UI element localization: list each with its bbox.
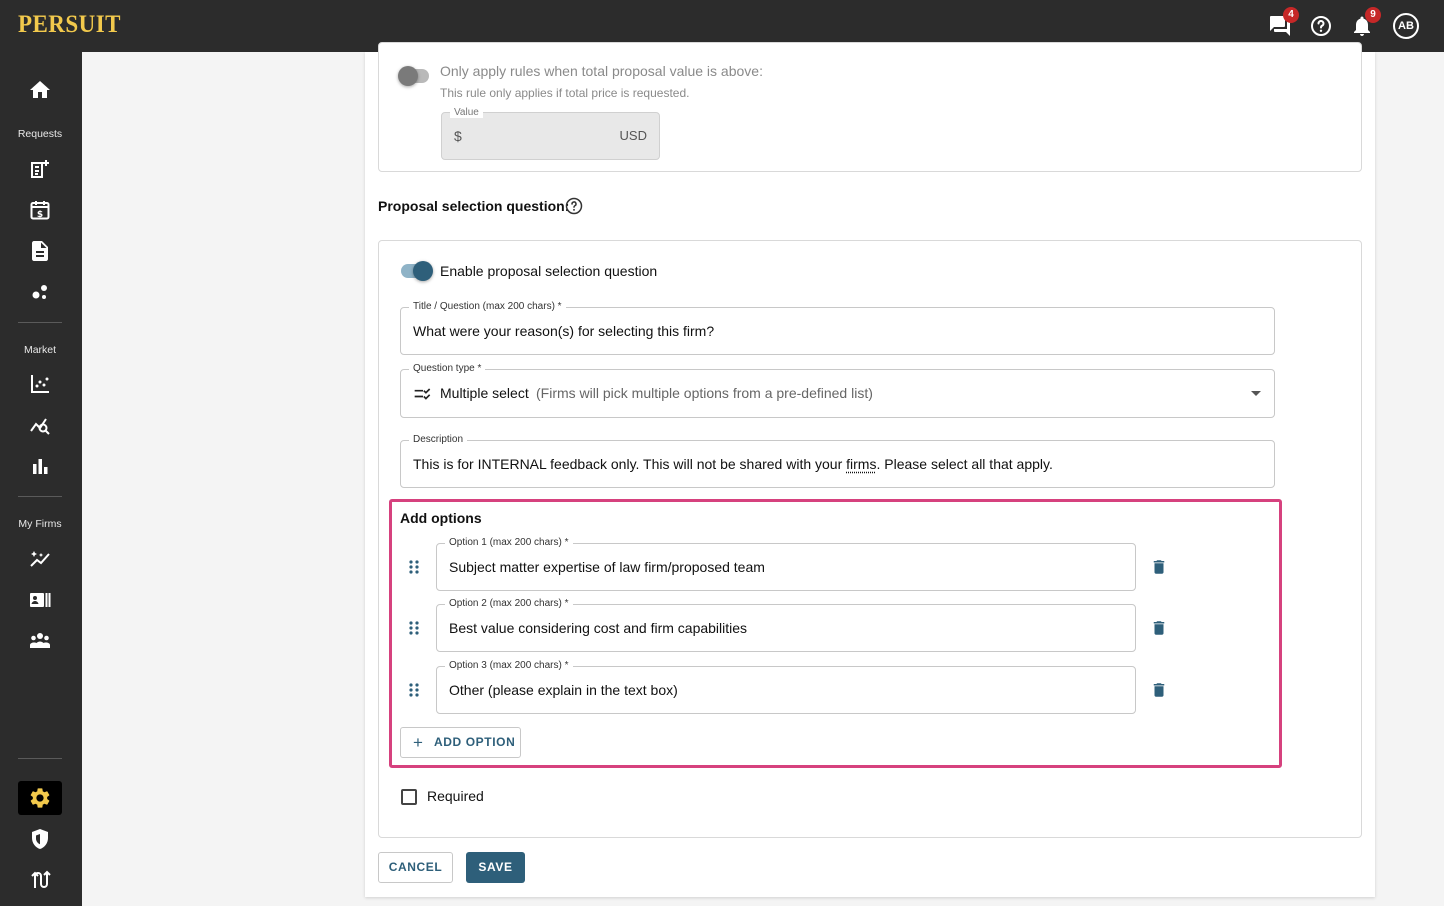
- analytics-search-icon[interactable]: [28, 413, 52, 437]
- question-title-label: Title / Question (max 200 chars) *: [409, 301, 566, 312]
- question-type-select[interactable]: Question type * Multiple select (Firms w…: [400, 363, 1275, 418]
- sidebar: Requests $ Market My Firms: [0, 52, 82, 906]
- shield-icon[interactable]: [28, 827, 52, 851]
- notifications-badge: 9: [1365, 7, 1381, 23]
- calendar-dollar-icon[interactable]: $: [28, 198, 52, 222]
- question-title-field[interactable]: Title / Question (max 200 chars) * What …: [400, 301, 1275, 355]
- network-icon[interactable]: [28, 280, 52, 304]
- chart-line-icon[interactable]: [28, 372, 52, 396]
- routing-icon[interactable]: [28, 868, 52, 892]
- sidebar-section-market: Market: [23, 344, 57, 356]
- enable-question-toggle[interactable]: [401, 261, 433, 281]
- threshold-label: Only apply rules when total proposal val…: [440, 63, 763, 79]
- description-label: Description: [409, 434, 468, 445]
- cancel-button[interactable]: CANCEL: [378, 852, 453, 883]
- chevron-down-icon[interactable]: [1250, 389, 1262, 399]
- threshold-toggle-knob: [398, 66, 418, 86]
- required-checkbox[interactable]: [401, 789, 417, 805]
- trending-icon[interactable]: [28, 547, 52, 571]
- multiple-select-icon: [414, 388, 431, 400]
- persuit-logo[interactable]: PERSUIT: [18, 11, 121, 39]
- threshold-value-field[interactable]: Value $ USD: [441, 107, 660, 160]
- messages-badge: 4: [1283, 7, 1299, 23]
- description-firms-word: firms: [846, 456, 877, 472]
- options-highlight: [389, 499, 1282, 768]
- sidebar-divider: [18, 758, 62, 759]
- description-value: This is for INTERNAL feedback only. This…: [413, 456, 1053, 472]
- help-icon[interactable]: [1309, 14, 1333, 38]
- question-type-value: Multiple select: [440, 385, 529, 401]
- contact-card-icon[interactable]: [28, 588, 52, 612]
- home-icon[interactable]: [28, 78, 52, 102]
- main-content: Only apply rules when total proposal val…: [82, 42, 1444, 906]
- description-field[interactable]: Description This is for INTERNAL feedbac…: [400, 434, 1275, 488]
- threshold-value-label: Value: [450, 107, 483, 118]
- description-text-start: This is for INTERNAL feedback only. This…: [413, 456, 847, 472]
- document-icon[interactable]: [28, 239, 52, 263]
- description-text-end: . Please select all that apply.: [876, 456, 1053, 472]
- required-label: Required: [427, 788, 484, 804]
- gear-icon[interactable]: [28, 786, 52, 810]
- enable-question-toggle-knob: [413, 261, 433, 281]
- save-button[interactable]: SAVE: [466, 852, 525, 883]
- avatar[interactable]: AB: [1393, 13, 1419, 39]
- question-type-label: Question type *: [409, 363, 486, 374]
- enable-question-label: Enable proposal selection question: [440, 263, 658, 279]
- sidebar-divider: [18, 496, 62, 497]
- threshold-hint: This rule only applies if total price is…: [440, 86, 690, 100]
- sidebar-section-my-firms: My Firms: [18, 518, 62, 530]
- threshold-card: Only apply rules when total proposal val…: [378, 42, 1362, 172]
- groups-icon[interactable]: [28, 629, 52, 653]
- currency-symbol: $: [454, 128, 462, 144]
- svg-text:$: $: [37, 210, 43, 220]
- currency-code: USD: [619, 128, 647, 143]
- sidebar-section-requests: Requests: [17, 128, 63, 140]
- threshold-toggle[interactable]: [398, 66, 429, 86]
- sidebar-divider: [18, 322, 62, 323]
- bar-chart-icon[interactable]: [28, 454, 52, 478]
- question-title-value: What were your reason(s) for selecting t…: [413, 323, 715, 339]
- question-type-hint: (Firms will pick multiple options from a…: [536, 385, 873, 401]
- selection-question-heading: Proposal selection question:: [378, 198, 570, 214]
- new-request-icon[interactable]: [28, 157, 52, 181]
- help-icon[interactable]: [564, 196, 584, 216]
- settings-panel: Only apply rules when total proposal val…: [365, 42, 1375, 897]
